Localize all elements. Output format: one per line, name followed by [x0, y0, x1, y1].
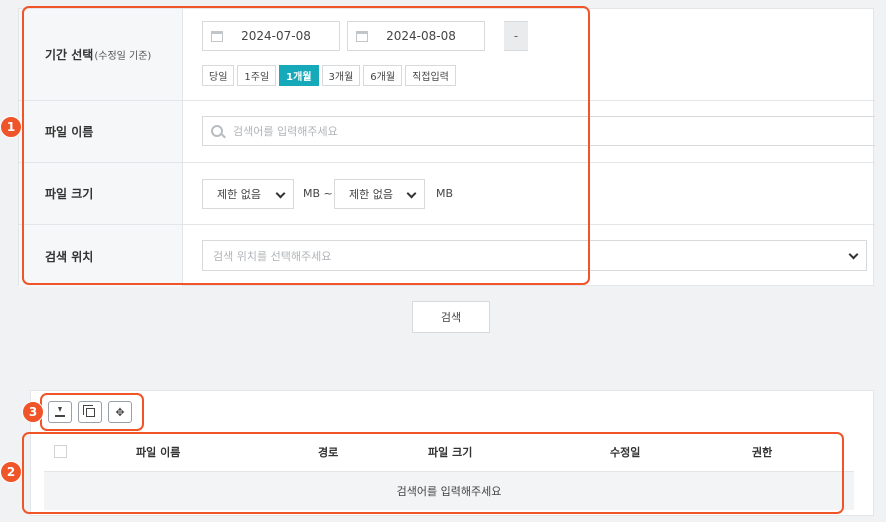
- file-name-search-input[interactable]: 검색어를 입력해주세요: [202, 116, 875, 146]
- size-min-value: 제한 없음: [217, 188, 261, 201]
- size-row: 파일 크기 제한 없음 MB ~ 제한 없음 MB: [19, 163, 875, 225]
- size-label: 파일 크기: [19, 163, 183, 224]
- size-max-select[interactable]: 제한 없음: [334, 179, 425, 209]
- select-all-checkbox[interactable]: [54, 445, 67, 458]
- period-today-button[interactable]: 당일: [202, 65, 235, 86]
- calendar-icon: [203, 22, 231, 50]
- search-placeholder: 검색어를 입력해주세요: [233, 125, 338, 138]
- download-icon: [55, 407, 65, 417]
- size-min-select[interactable]: 제한 없음: [202, 179, 294, 209]
- search-icon: [211, 125, 223, 137]
- period-custom-button[interactable]: 직접입력: [405, 65, 456, 86]
- calendar-icon: [348, 22, 376, 50]
- period-1month-button[interactable]: 1개월: [279, 65, 319, 86]
- size-max-value: 제한 없음: [349, 188, 393, 201]
- name-label: 파일 이름: [19, 101, 183, 162]
- period-label: 기간 선택 (수정일 기준): [19, 9, 183, 100]
- download-button[interactable]: [48, 401, 72, 423]
- results-table-header: 파일 이름 경로 파일 크기 수정일 권한: [44, 432, 854, 472]
- period-label-sub: (수정일 기준): [94, 51, 152, 62]
- period-row: 기간 선택 (수정일 기준) 2024-07-08 - 2024-08-08 당일…: [19, 9, 875, 101]
- period-3month-button[interactable]: 3개월: [321, 65, 361, 86]
- date-separator: -: [504, 21, 528, 51]
- column-file-name[interactable]: 파일 이름: [136, 432, 180, 472]
- name-row: 파일 이름 검색어를 입력해주세요: [19, 101, 875, 163]
- period-6month-button[interactable]: 6개월: [363, 65, 403, 86]
- copy-icon: [82, 404, 95, 417]
- date-to-field[interactable]: 2024-08-08: [347, 21, 485, 51]
- chevron-down-icon: [848, 249, 859, 260]
- annotation-badge-2: 2: [0, 461, 22, 483]
- location-select[interactable]: 검색 위치를 선택해주세요: [202, 240, 867, 271]
- column-permission[interactable]: 권한: [752, 432, 772, 472]
- size-unit-separator: MB ~: [303, 187, 333, 200]
- period-1week-button[interactable]: 1주일: [237, 65, 277, 86]
- annotation-badge-3: 3: [22, 401, 44, 423]
- location-label: 검색 위치: [19, 225, 183, 287]
- move-button[interactable]: ✥: [108, 401, 132, 423]
- search-form: 기간 선택 (수정일 기준) 2024-07-08 - 2024-08-08 당일…: [18, 8, 875, 287]
- date-from-value: 2024-07-08: [241, 29, 311, 43]
- chevron-down-icon: [275, 188, 286, 199]
- date-to-value: 2024-08-08: [386, 29, 456, 43]
- chevron-down-icon: [406, 188, 417, 199]
- date-from-field[interactable]: 2024-07-08: [202, 21, 340, 51]
- period-label-text: 기간 선택: [45, 48, 94, 62]
- copy-button[interactable]: [78, 401, 102, 423]
- column-modified-date[interactable]: 수정일: [610, 432, 640, 472]
- annotation-badge-1: 1: [0, 116, 22, 138]
- move-icon: ✥: [115, 405, 125, 419]
- empty-table-message: 검색어를 입력해주세요: [44, 472, 854, 510]
- column-file-size[interactable]: 파일 크기: [428, 432, 472, 472]
- location-placeholder: 검색 위치를 선택해주세요: [213, 249, 332, 263]
- search-button[interactable]: 검색: [412, 301, 490, 333]
- size-unit: MB: [436, 187, 454, 200]
- result-toolbar: ✥: [48, 401, 132, 423]
- file-search-page: 기간 선택 (수정일 기준) 2024-07-08 - 2024-08-08 당일…: [0, 0, 886, 522]
- column-path[interactable]: 경로: [318, 432, 338, 472]
- period-presets: 당일 1주일 1개월 3개월 6개월 직접입력: [202, 65, 456, 86]
- location-row: 검색 위치 검색 위치를 선택해주세요: [19, 225, 875, 287]
